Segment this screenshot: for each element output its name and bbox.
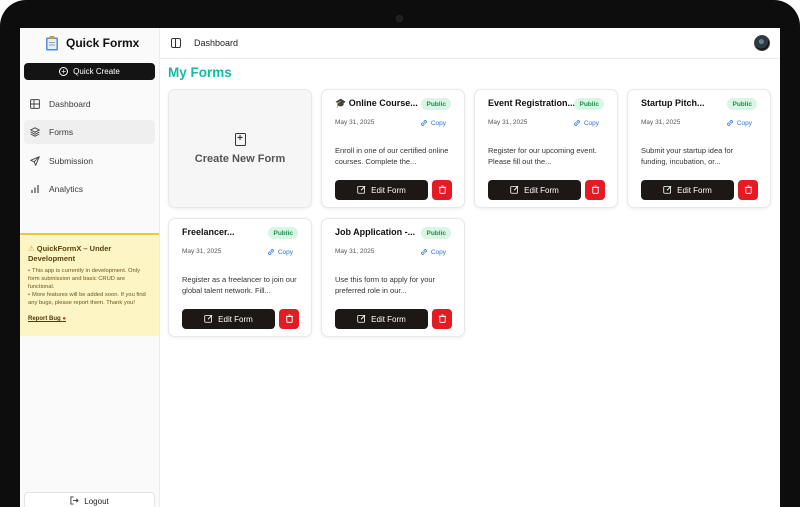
sidebar-item-forms[interactable]: Forms <box>24 120 155 144</box>
sidebar-item-label: Forms <box>49 127 74 137</box>
trash-icon <box>591 181 600 199</box>
form-card: 🎓 Online Course... Public May 31, 2025 C… <box>321 89 465 208</box>
edit-icon <box>357 185 366 196</box>
edit-icon <box>357 314 366 325</box>
brand[interactable]: Quick Formx <box>44 32 139 54</box>
topbar: Dashboard <box>160 28 780 59</box>
sidebar-item-submission[interactable]: Submission <box>24 149 155 173</box>
app-screen: Quick Formx + Quick Create Dashboard For… <box>20 28 780 507</box>
sidebar-item-dashboard[interactable]: Dashboard <box>24 92 155 116</box>
form-title[interactable]: Startup Pitch... <box>641 98 729 108</box>
form-title[interactable]: Freelancer... <box>182 227 270 237</box>
copy-link-button[interactable]: Copy <box>420 248 446 256</box>
quick-create-label: Quick Create <box>73 67 120 76</box>
clipboard-logo-icon <box>44 35 60 51</box>
sidebar-item-label: Dashboard <box>49 99 91 109</box>
edit-form-button[interactable]: Edit Form <box>641 180 734 200</box>
logout-button[interactable]: Logout <box>24 492 155 507</box>
notice-title: ⚠ QuickFormX – Under Development <box>28 244 112 263</box>
bug-icon: ● <box>62 316 66 322</box>
logout-label: Logout <box>84 496 109 506</box>
edit-icon <box>204 314 213 325</box>
logout-icon <box>70 495 80 507</box>
trash-icon <box>744 181 753 199</box>
edit-form-button[interactable]: Edit Form <box>182 309 275 329</box>
link-icon <box>573 119 581 127</box>
delete-button[interactable] <box>585 180 605 200</box>
dev-notice-banner: ⚠QuickFormX – Under Development This app… <box>20 233 159 336</box>
form-title[interactable]: Job Application -... <box>335 227 423 237</box>
edit-icon <box>510 185 519 196</box>
form-description: Register for our upcoming event. Please … <box>488 146 597 166</box>
edit-form-button[interactable]: Edit Form <box>335 180 428 200</box>
trash-icon <box>438 181 447 199</box>
copy-link-button[interactable]: Copy <box>267 248 293 256</box>
sidebar-item-analytics[interactable]: Analytics <box>24 177 155 201</box>
create-new-form-card[interactable]: + Create New Form <box>168 89 312 208</box>
app-name: Quick Formx <box>66 36 140 50</box>
delete-button[interactable] <box>432 309 452 329</box>
quick-create-button[interactable]: + Quick Create <box>24 63 155 80</box>
sidebar-toggle-icon[interactable] <box>171 38 181 48</box>
notice-line: This app is currently in development. On… <box>28 267 151 291</box>
breadcrumb[interactable]: Dashboard <box>194 38 238 48</box>
copy-link-button[interactable]: Copy <box>573 119 599 127</box>
layers-icon <box>30 127 40 137</box>
form-title[interactable]: Event Registration... <box>488 98 576 108</box>
sidebar: Quick Formx + Quick Create Dashboard For… <box>20 28 160 507</box>
delete-button[interactable] <box>279 309 299 329</box>
file-plus-icon: + <box>234 132 246 146</box>
dashboard-icon <box>30 99 40 109</box>
form-card: Startup Pitch... Public May 31, 2025 Cop… <box>627 89 771 208</box>
trash-icon <box>285 310 294 328</box>
form-description: Submit your startup idea for funding, in… <box>641 146 734 166</box>
form-title[interactable]: 🎓 Online Course... <box>335 98 423 109</box>
form-date: May 31, 2025 <box>488 119 528 126</box>
camera-dot <box>396 15 403 22</box>
form-date: May 31, 2025 <box>182 248 222 255</box>
form-description: Enroll in one of our certified online co… <box>335 146 449 166</box>
status-badge: Public <box>421 98 451 110</box>
status-badge: Public <box>574 98 604 110</box>
notice-line: More features will be added soon. If you… <box>28 291 151 307</box>
form-date: May 31, 2025 <box>335 119 375 126</box>
form-description: Use this form to apply for your preferre… <box>335 275 436 295</box>
edit-icon <box>663 185 672 196</box>
send-icon <box>30 156 40 166</box>
link-icon <box>267 248 275 256</box>
link-icon <box>726 119 734 127</box>
report-bug-link[interactable]: Report Bug ● <box>28 316 66 322</box>
trash-icon <box>438 310 447 328</box>
form-date: May 31, 2025 <box>641 119 681 126</box>
edit-form-button[interactable]: Edit Form <box>335 309 428 329</box>
delete-button[interactable] <box>738 180 758 200</box>
sidebar-item-label: Analytics <box>49 184 84 194</box>
warning-icon: ⚠ <box>28 244 35 253</box>
form-card: Freelancer... Public May 31, 2025 Copy R… <box>168 218 312 337</box>
notice-list: This app is currently in development. On… <box>28 267 151 307</box>
link-icon <box>420 119 428 127</box>
create-new-form-label: Create New Form <box>194 152 286 165</box>
form-date: May 31, 2025 <box>335 248 375 255</box>
status-badge: Public <box>421 227 451 239</box>
form-card: Job Application -... Public May 31, 2025… <box>321 218 465 337</box>
status-badge: Public <box>268 227 298 239</box>
delete-button[interactable] <box>432 180 452 200</box>
edit-form-button[interactable]: Edit Form <box>488 180 581 200</box>
copy-link-button[interactable]: Copy <box>420 119 446 127</box>
avatar[interactable] <box>754 35 770 51</box>
laptop-frame: Quick Formx + Quick Create Dashboard For… <box>0 0 800 507</box>
copy-link-button[interactable]: Copy <box>726 119 752 127</box>
page-title: My Forms <box>168 65 232 80</box>
status-badge: Public <box>727 98 757 110</box>
bar-chart-icon <box>30 184 40 194</box>
form-card: Event Registration... Public May 31, 202… <box>474 89 618 208</box>
sidebar-item-label: Submission <box>49 156 93 166</box>
link-icon <box>420 248 428 256</box>
form-description: Register as a freelancer to join our glo… <box>182 275 297 295</box>
plus-circle-icon: + <box>59 67 69 76</box>
